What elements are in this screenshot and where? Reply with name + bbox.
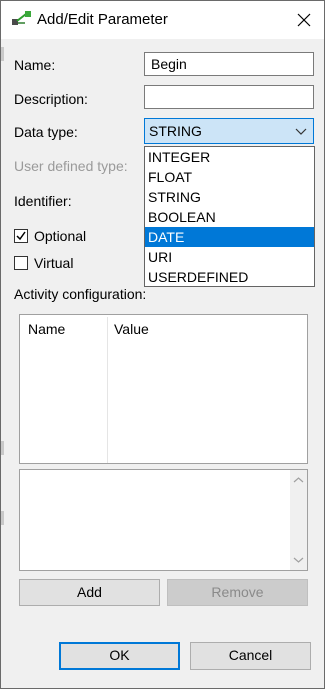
chevron-down-icon [295, 128, 307, 135]
title-bar: Add/Edit Parameter [1, 1, 324, 39]
ok-button[interactable]: OK [59, 642, 180, 670]
checkmark-icon [16, 231, 26, 241]
name-label: Name: [14, 57, 56, 73]
dropdown-option-string[interactable]: STRING [145, 187, 314, 207]
configuration-text-area[interactable] [19, 469, 308, 571]
add-edit-parameter-dialog: Add/Edit Parameter Name: Begin Descripti… [0, 0, 325, 689]
remove-button[interactable]: Remove [167, 579, 308, 606]
close-icon[interactable] [294, 10, 314, 30]
data-type-dropdown-list: INTEGER FLOAT STRING BOOLEAN DATE URI US… [144, 146, 315, 287]
dropdown-option-uri[interactable]: URI [145, 247, 314, 267]
user-defined-type-label: User defined type: [14, 158, 128, 174]
add-button[interactable]: Add [19, 579, 160, 606]
dropdown-option-boolean[interactable]: BOOLEAN [145, 207, 314, 227]
scroll-up-icon[interactable] [293, 475, 304, 486]
activity-configuration-table[interactable]: Name Value [19, 314, 308, 464]
data-type-selected-value: STRING [149, 123, 202, 139]
dropdown-option-date[interactable]: DATE [145, 227, 314, 247]
left-edge-mark [1, 511, 4, 525]
identifier-label: Identifier: [14, 193, 72, 209]
data-type-label: Data type: [14, 124, 78, 140]
left-edge-mark [1, 441, 4, 455]
cancel-button[interactable]: Cancel [190, 642, 311, 670]
virtual-checkbox[interactable] [14, 256, 28, 270]
parameter-app-icon [12, 11, 31, 25]
dropdown-option-float[interactable]: FLOAT [145, 167, 314, 187]
optional-label: Optional [34, 228, 87, 244]
scroll-down-icon[interactable] [293, 554, 304, 565]
dropdown-option-integer[interactable]: INTEGER [145, 147, 314, 167]
dropdown-option-userdefined[interactable]: USERDEFINED [145, 267, 314, 287]
window-title: Add/Edit Parameter [37, 11, 168, 28]
activity-configuration-label: Activity configuration: [14, 286, 147, 302]
optional-checkbox[interactable] [14, 229, 28, 243]
virtual-label: Virtual [34, 255, 74, 271]
vertical-scrollbar[interactable] [290, 470, 307, 570]
data-type-select[interactable]: STRING [144, 118, 314, 144]
description-label: Description: [14, 91, 88, 107]
left-edge-mark [1, 47, 4, 61]
column-divider [107, 317, 108, 463]
column-header-name[interactable]: Name [28, 321, 65, 337]
name-input[interactable]: Begin [144, 52, 314, 76]
column-header-value[interactable]: Value [114, 321, 149, 337]
description-input[interactable] [144, 85, 314, 109]
